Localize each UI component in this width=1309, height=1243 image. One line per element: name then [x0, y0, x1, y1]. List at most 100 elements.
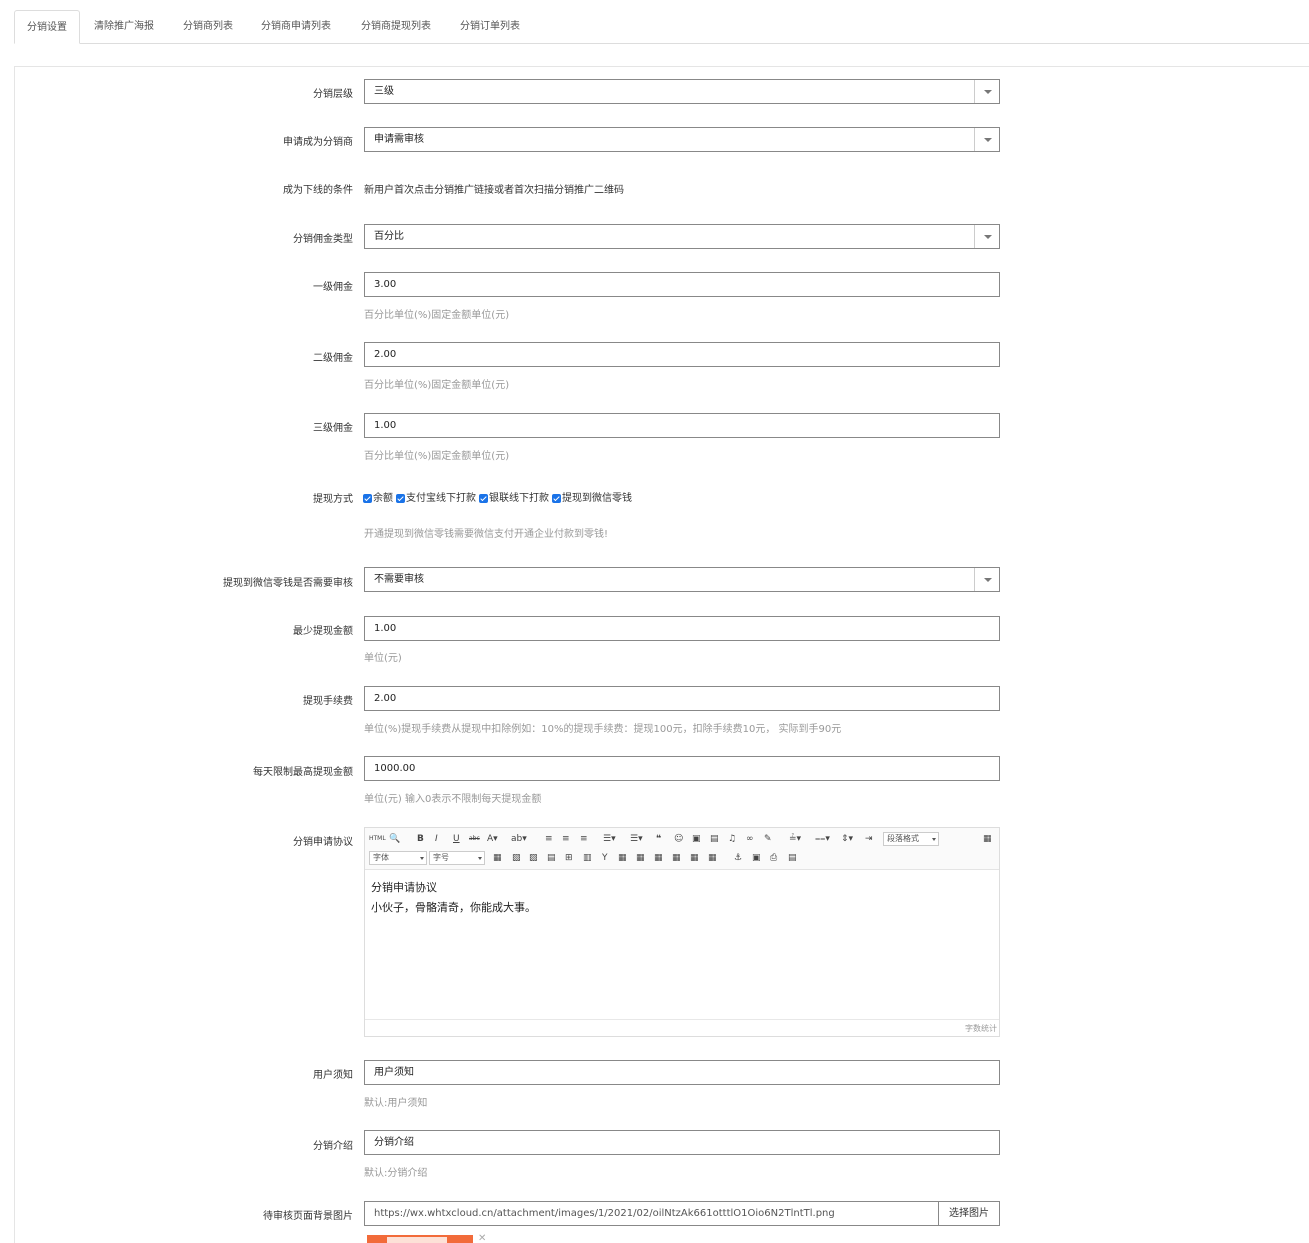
merge-cells-icon[interactable]: ▦	[618, 852, 627, 864]
editor-content[interactable]: 分销申请协议 小伙子，骨骼清奇，你能成大事。	[371, 878, 536, 918]
fullscreen-icon[interactable]: ▦	[983, 833, 992, 845]
commission-type-value: 百分比	[374, 231, 404, 242]
insert-row-icon[interactable]: ▤	[547, 852, 556, 864]
level-label: 分销层级	[313, 89, 353, 100]
level-select[interactable]: 三级	[364, 79, 1000, 104]
quote-icon[interactable]: ❝	[656, 833, 661, 845]
tab-clear-posters[interactable]: 清除推广海报	[82, 10, 166, 44]
table-icon[interactable]: ▦	[493, 852, 502, 864]
chevron-down-icon	[974, 80, 999, 103]
image-icon[interactable]: ▣	[692, 833, 701, 845]
commission-2-label: 二级佣金	[313, 353, 353, 364]
commission-1-input[interactable]: 3.00	[364, 272, 1000, 297]
bg-image-label: 待审核页面背景图片	[263, 1211, 353, 1222]
delete-col-icon[interactable]: Y	[602, 852, 608, 864]
tab-distributor-list[interactable]: 分销商列表	[171, 10, 245, 44]
table-delete-icon[interactable]: ▧	[512, 852, 521, 864]
wechat-audit-value: 不需要审核	[374, 574, 424, 585]
highlight-icon[interactable]: ab▾	[511, 833, 527, 845]
withdraw-option-alipay[interactable]: 支付宝线下打款	[396, 489, 476, 504]
fee-label: 提现手续费	[303, 696, 353, 707]
checkbox-checked-icon	[396, 493, 405, 503]
font-family-select[interactable]: 字体	[369, 851, 427, 865]
commission-2-value: 2.00	[374, 349, 397, 360]
commission-3-input[interactable]: 1.00	[364, 413, 1000, 438]
daily-limit-input[interactable]: 1000.00	[364, 756, 1000, 781]
split-cols-icon[interactable]: ▦	[708, 852, 717, 864]
commission-type-select[interactable]: 百分比	[364, 224, 1000, 249]
agreement-editor[interactable]: HTML 🔍 B I U abc A▾ ab▾ ≡ ≡ ≡ ☰▾ ☰▾ ❝ ☺ …	[364, 827, 1000, 1037]
notice-help: 默认:用户须知	[364, 1098, 428, 1109]
emoji-icon[interactable]: ☺	[674, 833, 683, 845]
font-size-select[interactable]: 字号	[429, 851, 485, 865]
daily-limit-label: 每天限制最高提现金额	[253, 767, 353, 778]
template-icon[interactable]: ▤	[788, 852, 797, 864]
anchor-icon[interactable]: ⚓	[734, 852, 742, 864]
commission-3-label: 三级佣金	[313, 423, 353, 434]
intro-value: 分销介绍	[374, 1137, 414, 1148]
underline-icon[interactable]: U	[453, 833, 460, 845]
tab-distributor-applications[interactable]: 分销商申请列表	[249, 10, 343, 44]
link-icon[interactable]: ∞	[746, 833, 754, 845]
unordered-list-icon[interactable]: ☰▾	[630, 833, 643, 845]
align-center-icon[interactable]: ≡	[562, 833, 570, 845]
tab-bar: 分销设置 清除推广海报 分销商列表 分销商申请列表 分销商提现列表 分销订单列表	[14, 10, 1309, 44]
split-rows-icon[interactable]: ▦	[690, 852, 699, 864]
withdraw-option-balance[interactable]: 余额	[363, 489, 393, 504]
insert-frame-icon[interactable]: ▣	[752, 852, 761, 864]
commission-1-value: 3.00	[374, 279, 397, 290]
html-source-icon[interactable]: HTML	[369, 833, 386, 845]
ordered-list-icon[interactable]: ☰▾	[603, 833, 616, 845]
font-color-icon[interactable]: A▾	[487, 833, 498, 845]
indent-icon[interactable]: ⇥	[865, 833, 873, 845]
preview-icon[interactable]: 🔍	[389, 833, 400, 845]
bg-image-url-input[interactable]: https://wx.whtxcloud.cn/attachment/image…	[364, 1201, 939, 1226]
music-icon[interactable]: ♫	[728, 833, 736, 845]
level-value: 三级	[374, 86, 394, 97]
tab-distribution-settings[interactable]: 分销设置	[14, 10, 80, 44]
merge-right-icon[interactable]: ▦	[636, 852, 645, 864]
tab-distribution-orders[interactable]: 分销订单列表	[448, 10, 532, 44]
insert-caption-icon[interactable]: ▨	[529, 852, 538, 864]
apply-select[interactable]: 申请需审核	[364, 127, 1000, 152]
commission-1-label: 一级佣金	[313, 282, 353, 293]
row-spacing-icon[interactable]: ≟▾	[789, 833, 801, 845]
print-icon[interactable]: ⎙	[770, 852, 777, 864]
min-withdraw-input[interactable]: 1.00	[364, 616, 1000, 641]
close-icon[interactable]: ✕	[478, 1233, 486, 1243]
commission-type-label: 分销佣金类型	[293, 234, 353, 245]
apply-value: 申请需审核	[374, 134, 424, 145]
commission-2-help: 百分比单位(%)固定金额单位(元)	[364, 380, 510, 391]
italic-icon[interactable]: I	[435, 833, 438, 845]
line-height-icon[interactable]: ⇕▾	[841, 833, 853, 845]
delete-row-icon[interactable]: ⊞	[565, 852, 573, 864]
choose-image-button[interactable]: 选择图片	[938, 1201, 1000, 1226]
daily-limit-help: 单位(元) 输入0表示不限制每天提现金额	[364, 794, 542, 805]
word-count: 字数统计	[965, 1024, 997, 1033]
align-right-icon[interactable]: ≡	[580, 833, 588, 845]
notice-input[interactable]: 用户须知	[364, 1060, 1000, 1085]
withdraw-option-unionpay[interactable]: 银联线下打款	[479, 489, 549, 504]
eraser-icon[interactable]: ✎	[764, 833, 772, 845]
wechat-audit-select[interactable]: 不需要审核	[364, 567, 1000, 592]
notice-label: 用户须知	[313, 1070, 353, 1081]
condition-label: 成为下线的条件	[283, 185, 353, 196]
commission-2-input[interactable]: 2.00	[364, 342, 1000, 367]
split-cells-icon[interactable]: ▦	[672, 852, 681, 864]
tab-distributor-withdrawals[interactable]: 分销商提现列表	[349, 10, 443, 44]
insert-col-icon[interactable]: ▥	[583, 852, 592, 864]
bold-icon[interactable]: B	[417, 833, 424, 845]
video-icon[interactable]: ▤	[710, 833, 719, 845]
chevron-down-icon	[974, 128, 999, 151]
align-left-icon[interactable]: ≡	[545, 833, 553, 845]
fee-input[interactable]: 2.00	[364, 686, 1000, 711]
intro-label: 分销介绍	[313, 1141, 353, 1152]
daily-limit-value: 1000.00	[374, 763, 416, 774]
paragraph-spacing-icon[interactable]: ⩵▾	[815, 833, 830, 845]
merge-down-icon[interactable]: ▦	[654, 852, 663, 864]
notice-value: 用户须知	[374, 1067, 414, 1078]
strikethrough-icon[interactable]: abc	[469, 833, 480, 845]
withdraw-option-wechat[interactable]: 提现到微信零钱	[552, 489, 632, 504]
paragraph-format-select[interactable]: 段落格式	[883, 832, 939, 846]
intro-input[interactable]: 分销介绍	[364, 1130, 1000, 1155]
